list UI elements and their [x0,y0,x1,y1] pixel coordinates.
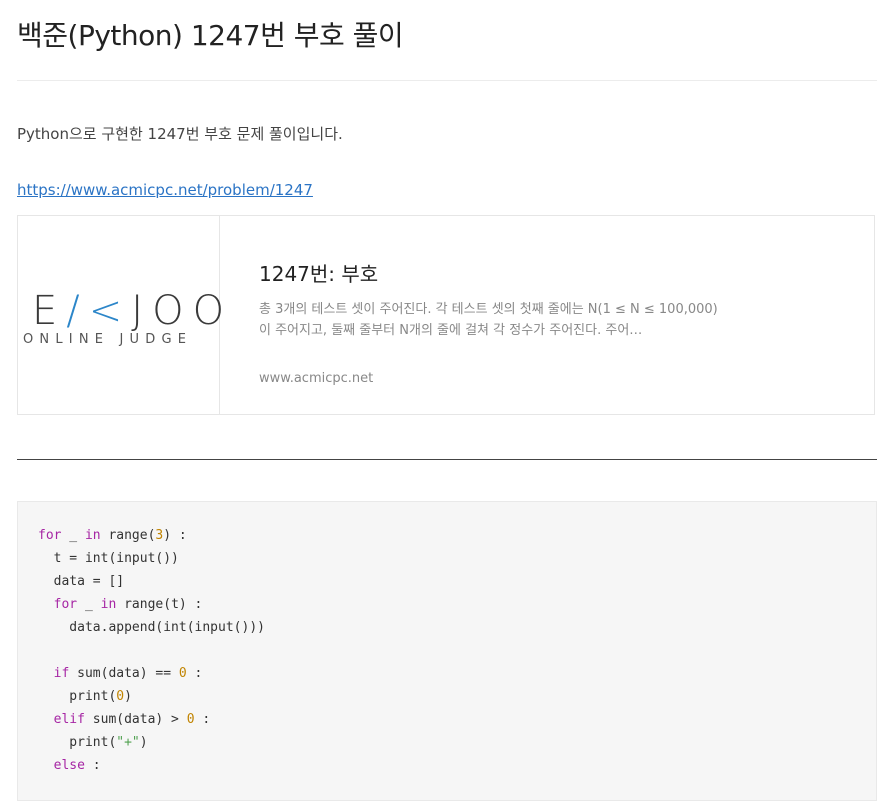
link-preview-title[interactable]: 1247번: 부호 [259,258,378,287]
post-intro: Python으로 구현한 1247번 부호 문제 풀이입니다. [17,125,343,143]
content-divider [17,459,877,460]
title-divider [17,80,877,81]
link-preview-domain: www.acmicpc.net [259,371,374,386]
link-preview-card[interactable]: E/<JOO ONLINE JUDGE 1247번: 부호 총 3개의 테스트 … [17,215,875,415]
link-preview-thumbnail: E/<JOO ONLINE JUDGE [18,216,224,414]
baekjoon-logo: E/<JOO [32,288,234,334]
code-content: for _ in range(3) : t = int(input()) dat… [38,528,265,773]
post-title: 백준(Python) 1247번 부호 풀이 [17,19,404,52]
link-preview-description: 총 3개의 테스트 셋이 주어진다. 각 테스트 셋의 첫째 줄에는 N(1 ≤… [259,302,718,338]
logo-subtitle: ONLINE JUDGE [23,332,193,347]
code-block: for _ in range(3) : t = int(input()) dat… [17,501,877,801]
problem-link[interactable]: https://www.acmicpc.net/problem/1247 [17,181,313,199]
